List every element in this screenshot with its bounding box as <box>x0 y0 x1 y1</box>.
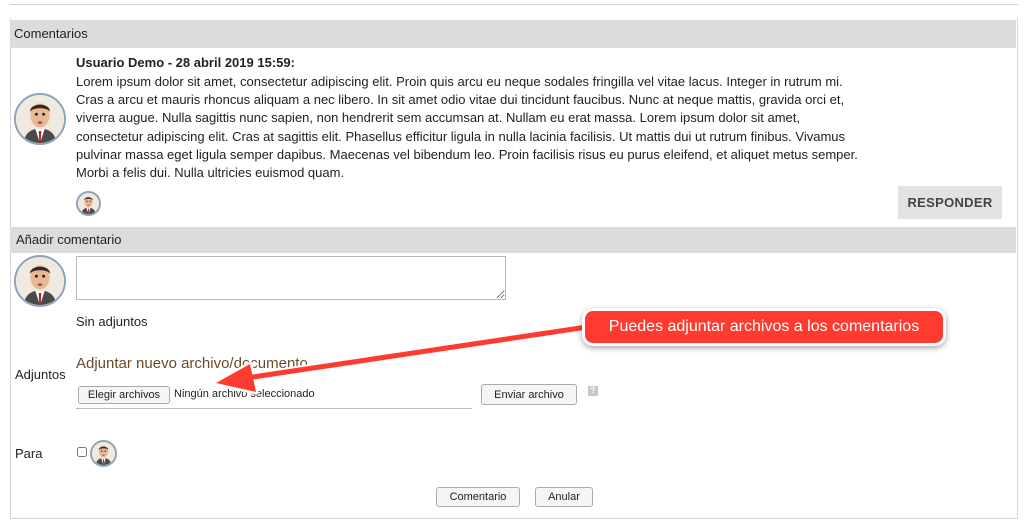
add-comment-title: Añadir comentario <box>16 232 122 247</box>
add-comment-header: Añadir comentario <box>10 227 1016 253</box>
no-attachments-text: Sin adjuntos <box>76 314 148 329</box>
send-file-button[interactable]: Enviar archivo <box>481 384 577 405</box>
top-divider <box>10 4 1018 5</box>
no-file-selected-text: Ningún archivo seleccionado <box>174 388 315 400</box>
comments-header: Comentarios <box>10 20 1016 48</box>
comment-meta: Usuario Demo - 28 abril 2019 15:59: <box>76 55 295 70</box>
comment-line: Cras a arcu et mauris rhoncus aliquam a … <box>76 92 845 108</box>
author-avatar <box>14 93 66 145</box>
cancel-button[interactable]: Anular <box>535 487 593 507</box>
submit-comment-button[interactable]: Comentario <box>436 487 520 507</box>
comment-line: Morbi a felis dui. Nulla ultricies euism… <box>76 165 345 181</box>
comments-title: Comentarios <box>14 26 88 41</box>
to-label: Para <box>15 446 43 461</box>
comment-line: Lorem ipsum dolor sit amet, consectetur … <box>76 74 843 89</box>
annotation-callout: Puedes adjuntar archivos a los comentari… <box>585 311 943 343</box>
help-icon[interactable]: ? <box>588 386 598 396</box>
comment-line: pulvinar massa eget ligula semper dapibu… <box>76 146 858 162</box>
avatar-image <box>78 193 99 214</box>
current-user-avatar <box>14 255 66 307</box>
comment-line: viverra augue. Nulla sagittis nunc sapie… <box>76 110 801 126</box>
comment-body: Lorem ipsum dolor sit amet, consectetur … <box>76 73 896 182</box>
reply-button[interactable]: RESPONDER <box>898 186 1002 219</box>
avatar-image <box>16 95 64 143</box>
recipient-avatar <box>90 440 117 467</box>
comment-line: consectetur adipiscing elit. Cras at sag… <box>76 128 846 144</box>
file-input: Elegir archivos Ningún archivo seleccion… <box>76 384 472 409</box>
avatar-image <box>92 442 115 465</box>
comment-textarea[interactable] <box>76 256 506 300</box>
avatar-image <box>16 257 64 305</box>
recipient-checkbox[interactable] <box>77 447 87 457</box>
attachments-label: Adjuntos <box>15 367 66 382</box>
reader-avatar[interactable] <box>76 191 101 216</box>
attach-new-file-title: Adjuntar nuevo archivo/documento <box>76 355 308 372</box>
choose-files-button[interactable]: Elegir archivos <box>78 386 170 404</box>
